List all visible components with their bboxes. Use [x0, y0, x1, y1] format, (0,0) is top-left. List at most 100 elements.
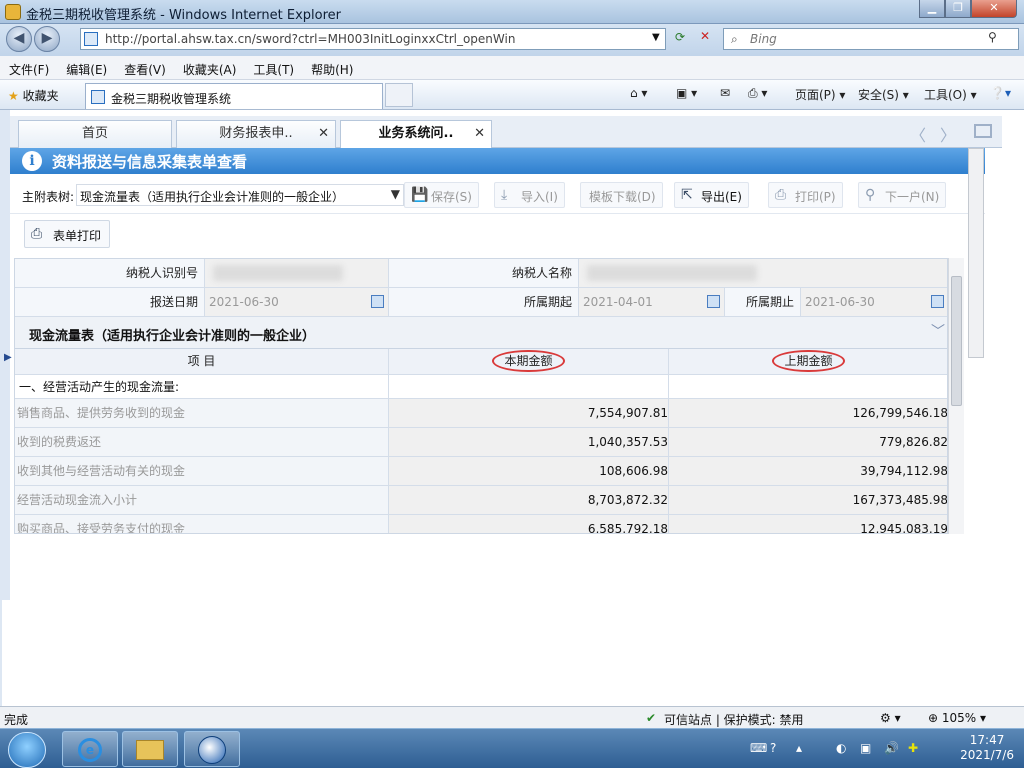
table-row: 收到的税费返还 1,040,357.53 779,826.82 [15, 428, 947, 457]
menu-view[interactable]: 查看(V) [115, 56, 174, 78]
table-row: 销售商品、提供劳务收到的现金 7,554,907.81 126,799,546.… [15, 399, 947, 428]
import-button[interactable]: ⤓ 导入(I) [494, 182, 565, 208]
print-form-button[interactable]: ⎙ 表单打印 [24, 220, 111, 248]
taskbar-explorer-icon[interactable] [122, 731, 178, 767]
status-bar: 完成 ✔ 可信站点 | 保护模式: 禁用 ⚙ ▾ ⊕ 105% ▾ [0, 706, 1024, 728]
period-start-field[interactable]: 2021-04-01 [579, 288, 725, 317]
tab-maximize-icon[interactable] [974, 124, 992, 138]
dropdown-arrow-icon: ▼ [390, 187, 400, 201]
print-button[interactable]: ⎙ 打印(P) [768, 182, 843, 208]
tray-app-icon[interactable]: ◐ [836, 741, 846, 755]
next-taxpayer-button[interactable]: ⚲ 下一户(N) [858, 182, 947, 208]
menu-help[interactable]: 帮助(H) [302, 56, 361, 78]
template-download-button[interactable]: 模板下载(D) [580, 182, 663, 208]
col-prior-header: 上期金额 [669, 349, 947, 375]
menu-edit[interactable]: 编辑(E) [57, 56, 115, 78]
zone-settings-icon[interactable]: ⚙ ▾ [880, 711, 901, 725]
security-tray-icon[interactable]: ✚ [908, 741, 918, 755]
volume-icon[interactable]: 🔊 [884, 741, 899, 755]
save-icon: 💾 [411, 187, 429, 203]
taskbar-ie-icon[interactable]: e [62, 731, 118, 767]
search-icon: ⚲ [865, 187, 876, 203]
stop-icon[interactable]: ✕ [700, 29, 710, 43]
search-icon[interactable]: ⚲ [988, 30, 997, 44]
search-input[interactable]: Bing [723, 28, 1019, 50]
help-icon[interactable]: ❔▾ [990, 86, 1011, 100]
network-icon[interactable]: ▣ [860, 741, 871, 755]
safety-menu[interactable]: 安全(S) ▾ [858, 86, 909, 103]
minimize-button[interactable]: ▁ [919, 0, 945, 18]
calendar-icon[interactable] [931, 295, 944, 308]
page-icon [84, 32, 98, 46]
zoom-level[interactable]: ⊕ 105% ▾ [928, 711, 986, 725]
home-icon[interactable]: ⌂ ▾ [630, 86, 647, 100]
menu-bar: 文件(F) 编辑(E) 查看(V) 收藏夹(A) 工具(T) 帮助(H) [0, 56, 1024, 80]
submit-date-field[interactable]: 2021-06-30 [205, 288, 389, 317]
printer-icon: ⎙ [31, 226, 43, 242]
table-tree-select[interactable]: 现金流量表（适用执行企业会计准则的一般企业） ▼ [76, 184, 404, 206]
submit-date-label: 报送日期 [15, 288, 205, 317]
printer-icon: ⎙ [775, 187, 787, 203]
close-tab-icon[interactable]: ✕ [318, 121, 329, 147]
clock[interactable]: 17:47 2021/7/6 [960, 733, 1014, 763]
period-end-field[interactable]: 2021-06-30 [801, 288, 947, 317]
taxpayer-row: 纳税人识别号 纳税人名称 [15, 259, 947, 288]
splitter-arrow-icon[interactable]: ▶ [4, 352, 12, 363]
favorites-button[interactable]: ★ 收藏夹 [8, 87, 59, 104]
address-dropdown-icon[interactable]: ▼ [652, 32, 660, 43]
menu-tools[interactable]: 工具(T) [244, 56, 302, 78]
status-text: 完成 [4, 713, 29, 727]
feeds-icon[interactable]: ▣ ▾ [676, 86, 697, 100]
info-icon: i [22, 151, 42, 171]
taxpayer-id-field[interactable] [205, 259, 389, 288]
back-button[interactable]: ◀ [6, 26, 32, 52]
start-button[interactable] [8, 732, 46, 768]
col-item-header: 项 目 [15, 349, 389, 375]
collapse-chevron-icon[interactable]: ﹀ [931, 321, 945, 341]
keyboard-icon[interactable]: ⌨ [750, 741, 767, 755]
forward-button[interactable]: ▶ [34, 26, 60, 52]
help-tray-icon[interactable]: ? [770, 741, 776, 755]
page-scrollbar[interactable] [968, 148, 984, 358]
section-title: 现金流量表（适用执行企业会计准则的一般企业） [29, 329, 316, 344]
scroll-thumb[interactable] [951, 276, 962, 406]
table-row: 一、经营活动产生的现金流量: [15, 375, 947, 399]
tab-business-query[interactable]: 业务系统问.. ✕ [340, 120, 492, 148]
tab-next-icon[interactable]: 〉 [940, 122, 956, 146]
period-start-label: 所属期起 [389, 288, 579, 317]
menu-file[interactable]: 文件(F) [0, 56, 57, 78]
tools-menu[interactable]: 工具(O) ▾ [924, 86, 977, 103]
new-tab-button[interactable] [385, 83, 413, 107]
calendar-icon[interactable] [707, 295, 720, 308]
maximize-button[interactable]: ❐ [945, 0, 971, 18]
checkmark-icon: ✔ [646, 711, 657, 725]
menu-favorites[interactable]: 收藏夹(A) [174, 56, 245, 78]
calendar-icon[interactable] [371, 295, 384, 308]
page-blank-area [2, 600, 1002, 706]
table-row: 经营活动现金流入小计 8,703,872.32 167,373,485.98 [15, 486, 947, 515]
close-window-button[interactable]: ✕ [971, 0, 1017, 18]
save-button[interactable]: 💾 保存(S) [404, 182, 479, 208]
table-row: 购买商品、接受劳务支付的现金 6,585,792.18 12,945,083.1… [15, 515, 947, 533]
tab-home[interactable]: 首页 [18, 120, 172, 148]
form-toolbar: 主附表树: 现金流量表（适用执行企业会计准则的一般企业） ▼ 💾 保存(S) ⤓ 导… [10, 174, 985, 214]
notification-icon[interactable]: ▴ [796, 741, 802, 755]
tree-label: 主附表树: [22, 190, 75, 204]
col-current-header: 本期金额 [389, 349, 669, 375]
tab-financial-report[interactable]: 财务报表申.. ✕ [176, 120, 336, 148]
tab-prev-icon[interactable]: 〈 [910, 122, 926, 146]
browser-tab[interactable]: 金税三期税收管理系统 [85, 83, 383, 109]
refresh-icon[interactable]: ⟳ [675, 30, 685, 44]
close-tab-icon[interactable]: ✕ [474, 121, 485, 147]
export-button[interactable]: ⇱ 导出(E) [674, 182, 749, 208]
taxpayer-name-field[interactable] [579, 259, 947, 288]
page-icon [91, 90, 105, 104]
mail-icon[interactable]: ✉ [720, 86, 730, 100]
period-end-label: 所属期止 [725, 288, 801, 317]
security-zone: 可信站点 | 保护模式: 禁用 [664, 713, 804, 727]
page-menu[interactable]: 页面(P) ▾ [795, 86, 845, 103]
taskbar-app-icon[interactable] [184, 731, 240, 767]
address-input[interactable]: http://portal.ahsw.tax.cn/sword?ctrl=MH0… [80, 28, 666, 50]
print-icon[interactable]: ⎙ ▾ [748, 86, 767, 101]
grid-scrollbar[interactable] [948, 258, 964, 534]
